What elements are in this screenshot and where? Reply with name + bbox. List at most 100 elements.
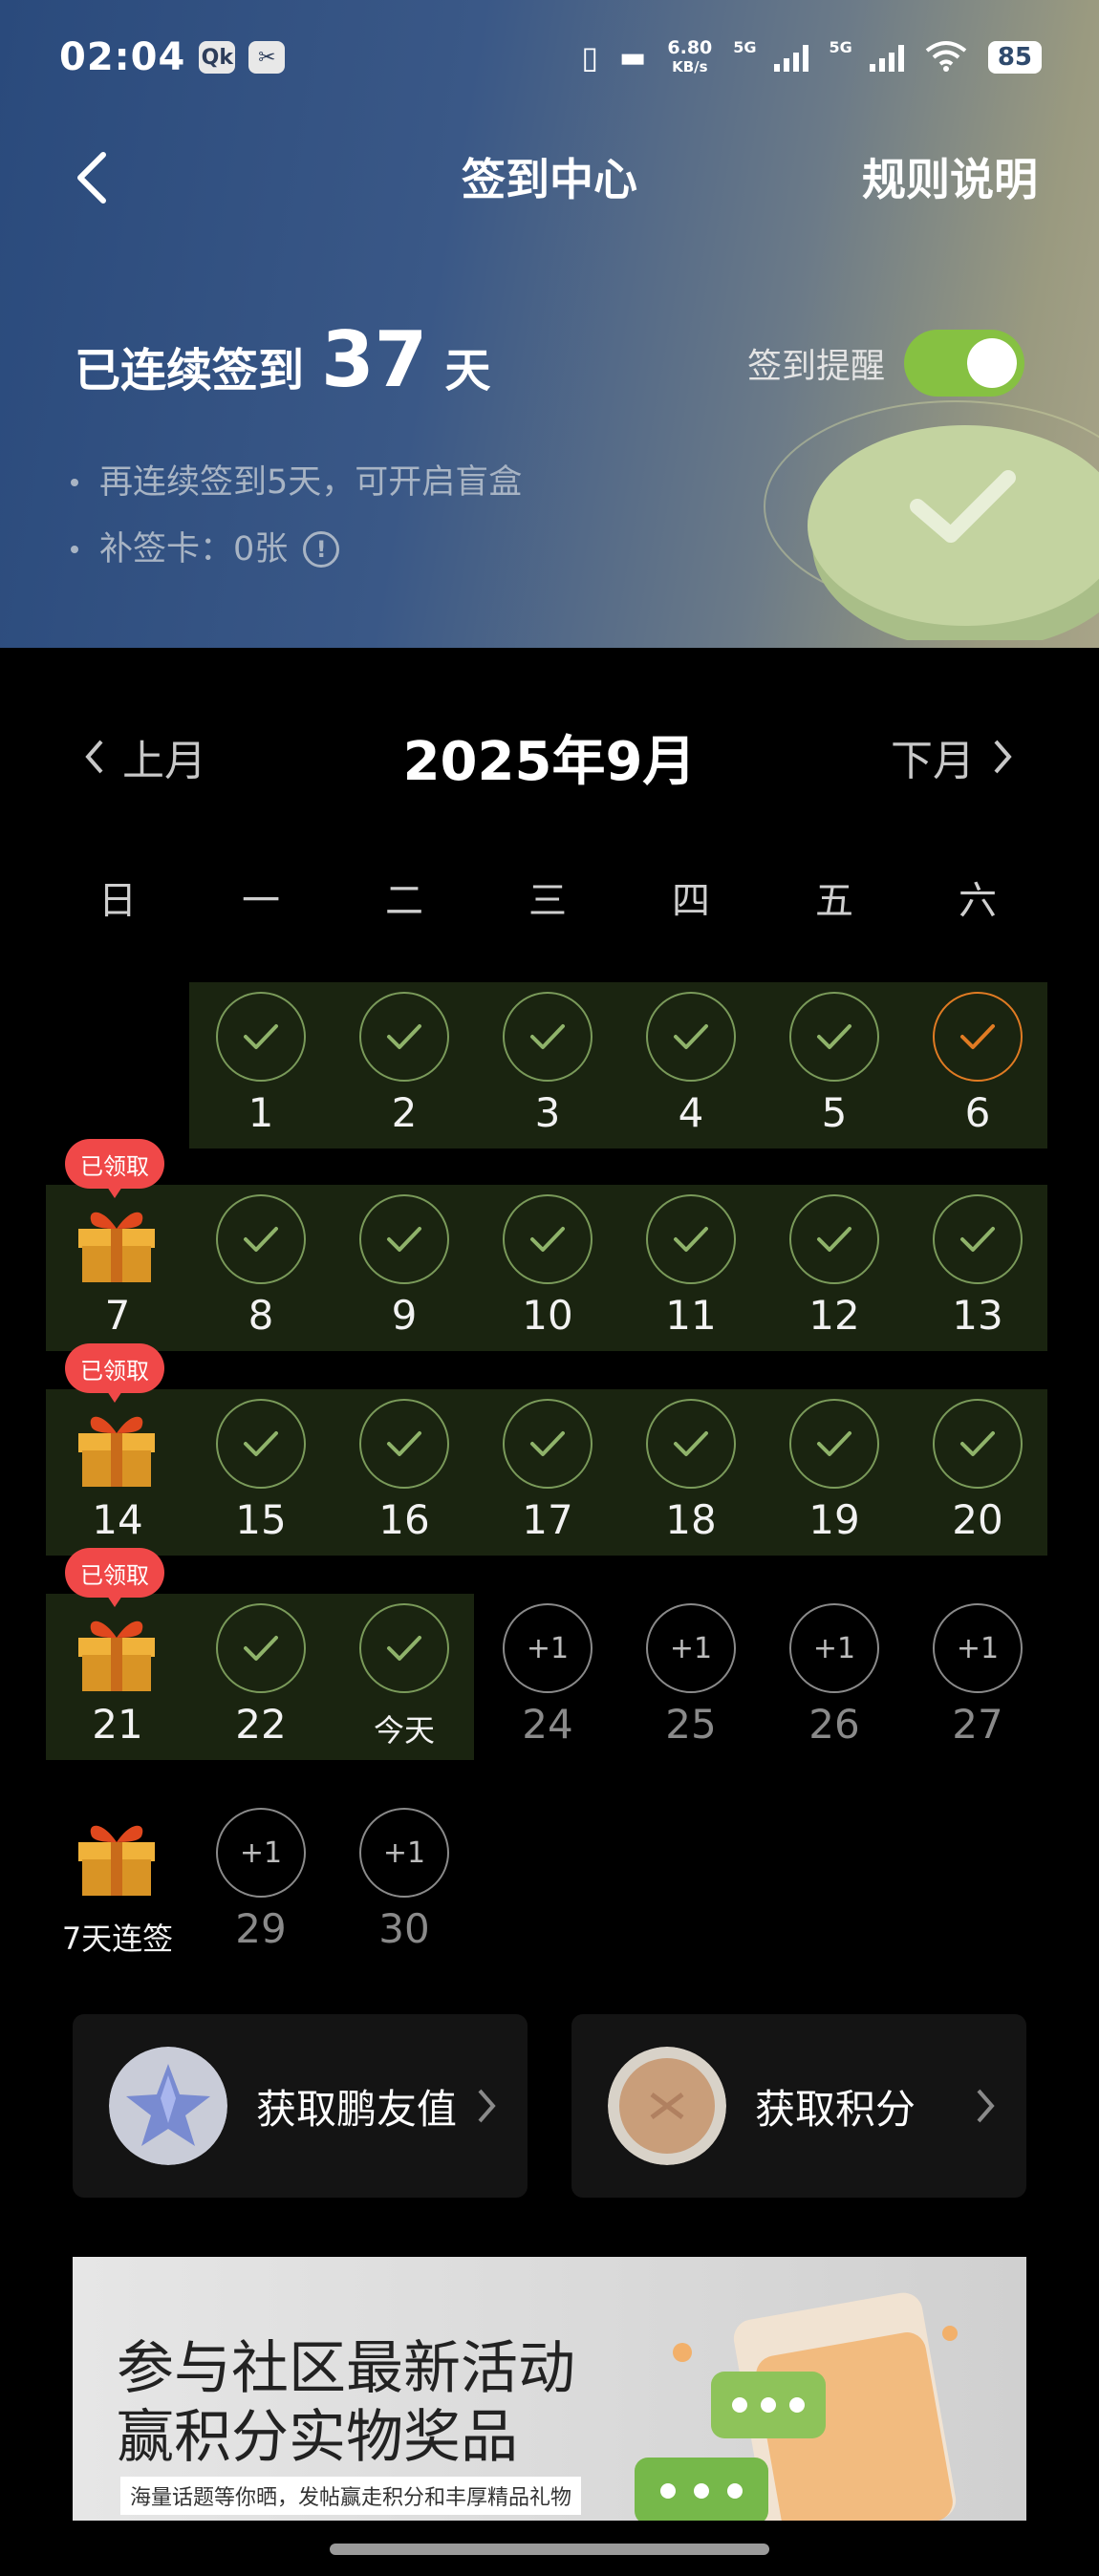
- wifi-icon: [925, 39, 967, 76]
- day-cell-30[interactable]: +1 30: [333, 1798, 476, 1966]
- month-navigator: 上月 2025年9月 下月: [0, 719, 1099, 795]
- day-cell-26[interactable]: +1 26: [763, 1594, 906, 1762]
- day-number: 4: [678, 1089, 704, 1136]
- day-number: 26: [808, 1701, 860, 1748]
- day-number: 1: [248, 1089, 274, 1136]
- day-cell-2[interactable]: 2: [333, 982, 476, 1150]
- home-indicator[interactable]: [330, 2544, 769, 2555]
- header-panel: 02:04 Qk ✂ ▯ ▬ 6.80 KB/s 5G 5G 85 签到中心 规…: [0, 0, 1099, 648]
- today-label: 今天: [373, 1712, 435, 1749]
- chevron-right-icon: [994, 740, 1012, 774]
- day-cell-5[interactable]: 5: [763, 982, 906, 1150]
- checked-icon: [933, 1399, 1023, 1489]
- day-cell-19[interactable]: 19: [763, 1389, 906, 1557]
- day-cell-21[interactable]: 已领取 21: [46, 1548, 189, 1762]
- day-cell-8[interactable]: 8: [189, 1185, 333, 1353]
- gift-icon: [73, 1401, 161, 1489]
- get-points-card[interactable]: 获取积分: [571, 2014, 1026, 2198]
- day-number: 15: [235, 1496, 287, 1543]
- day-cell-13[interactable]: 13: [906, 1185, 1049, 1353]
- day-number: 19: [808, 1496, 860, 1543]
- day-number: 18: [665, 1496, 717, 1543]
- weekday-wed: 三: [528, 879, 567, 923]
- info-icon[interactable]: !: [303, 531, 340, 568]
- day-number: 16: [378, 1496, 430, 1543]
- day-number: 12: [808, 1292, 860, 1339]
- day-cell-12[interactable]: 12: [763, 1185, 906, 1353]
- day-cell-6[interactable]: 6: [906, 982, 1049, 1150]
- day-number: 24: [522, 1701, 573, 1748]
- streak-gift-label: 7天连签: [61, 1921, 174, 1957]
- points-coin-icon: [608, 2047, 726, 2165]
- claimed-badge: 已领取: [65, 1343, 164, 1403]
- day-number: 2: [391, 1089, 418, 1136]
- day-number: 29: [235, 1905, 287, 1952]
- checked-icon: [789, 1194, 879, 1284]
- streak-summary: 已连续签到 37 天: [75, 315, 490, 404]
- reward-cards: 获取鹏友值 获取积分: [73, 2014, 1026, 2198]
- day-cell-14[interactable]: 已领取 14: [46, 1343, 189, 1557]
- day-cell-9[interactable]: 9: [333, 1185, 476, 1353]
- day-cell-24[interactable]: +1 24: [476, 1594, 619, 1762]
- day-number: 14: [92, 1496, 143, 1543]
- day-cell-29[interactable]: +1 29: [189, 1798, 333, 1966]
- community-activity-banner[interactable]: 参与社区最新活动 赢积分实物奖品 海量话题等你晒，发帖赢走积分和丰厚精品礼物: [73, 2257, 1026, 2521]
- day-cell-22[interactable]: 22: [189, 1594, 333, 1762]
- rules-link[interactable]: 规则说明: [862, 145, 1038, 208]
- checked-icon: [646, 992, 736, 1082]
- status-bar: 02:04 Qk ✂ ▯ ▬ 6.80 KB/s 5G 5G 85: [59, 29, 1042, 86]
- scissors-notification-icon: ✂: [248, 41, 286, 74]
- day-cell-7day-gift[interactable]: 7天连签: [46, 1798, 189, 1966]
- chevron-right-icon: [977, 2089, 995, 2123]
- checked-icon: [216, 992, 306, 1082]
- day-cell-20[interactable]: 20: [906, 1389, 1049, 1557]
- weekday-mon: 一: [242, 879, 280, 923]
- day-number: 8: [248, 1292, 274, 1339]
- day-number: 10: [522, 1292, 573, 1339]
- checked-icon: [789, 1399, 879, 1489]
- day-cell-15[interactable]: 15: [189, 1389, 333, 1557]
- weekday-fri: 五: [815, 879, 853, 923]
- plus-one-badge: +1: [933, 1603, 1023, 1693]
- claimed-badge: 已领取: [65, 1548, 164, 1607]
- day-cell-7[interactable]: 已领取 7: [46, 1139, 189, 1353]
- day-cell-27[interactable]: +1 27: [906, 1594, 1049, 1762]
- checked-icon: [359, 1194, 449, 1284]
- banner-line3: 海量话题等你晒，发帖赢走积分和丰厚精品礼物: [120, 2477, 582, 2515]
- day-cell-10[interactable]: 10: [476, 1185, 619, 1353]
- checked-icon: [216, 1399, 306, 1489]
- day-cell-1[interactable]: 1: [189, 982, 333, 1150]
- weekday-sat: 六: [959, 879, 997, 923]
- day-cell-18[interactable]: 18: [619, 1389, 763, 1557]
- star-crystal-icon: [109, 2047, 227, 2165]
- day-number: 22: [235, 1701, 287, 1748]
- day-cell-25[interactable]: +1 25: [619, 1594, 763, 1762]
- bullet-blindbox: 再连续签到5天，可开启盲盒: [99, 463, 523, 502]
- day-cell-3[interactable]: 3: [476, 982, 619, 1150]
- bullet-makeup-card: 补签卡：0张: [99, 530, 289, 569]
- day-number: 21: [92, 1701, 143, 1748]
- checked-icon: [646, 1399, 736, 1489]
- day-cell-16[interactable]: 16: [333, 1389, 476, 1557]
- day-cell-11[interactable]: 11: [619, 1185, 763, 1353]
- day-number: 30: [378, 1905, 430, 1952]
- app-notification-icon: Qk: [199, 41, 236, 74]
- next-month-button[interactable]: 下月: [891, 726, 1013, 787]
- bullet-dot: [71, 546, 78, 553]
- checked-icon: [216, 1194, 306, 1284]
- checked-icon: [933, 1194, 1023, 1284]
- plus-one-badge: +1: [359, 1808, 449, 1898]
- bed-icon: ▬: [619, 40, 647, 75]
- plus-one-badge: +1: [789, 1603, 879, 1693]
- signal-icon-1: [773, 43, 808, 72]
- day-cell-4[interactable]: 4: [619, 982, 763, 1150]
- checked-icon: [503, 1399, 593, 1489]
- day-cell-17[interactable]: 17: [476, 1389, 619, 1557]
- vibrate-icon: ▯: [581, 39, 599, 75]
- weekday-tue: 二: [385, 879, 423, 923]
- checked-icon: [789, 992, 879, 1082]
- get-friend-value-card[interactable]: 获取鹏友值: [73, 2014, 528, 2198]
- plus-one-badge: +1: [503, 1603, 593, 1693]
- day-number: 17: [522, 1496, 573, 1543]
- day-cell-today[interactable]: 今天: [333, 1594, 476, 1762]
